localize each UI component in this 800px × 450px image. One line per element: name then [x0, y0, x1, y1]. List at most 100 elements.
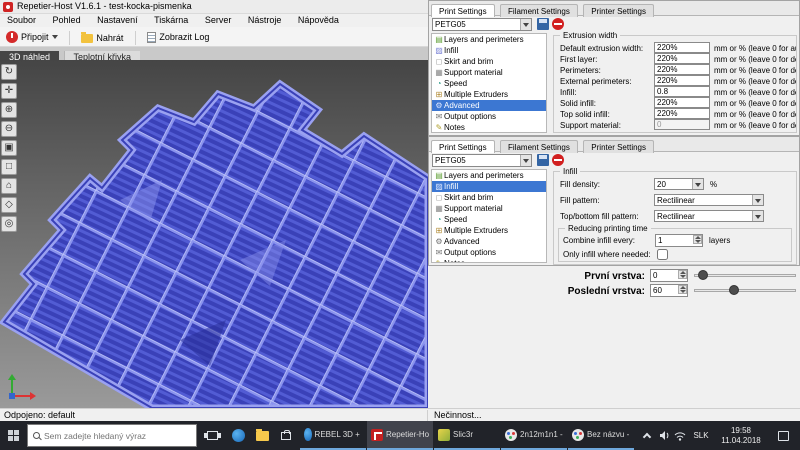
tab-printer-settings[interactable]: Printer Settings — [583, 4, 654, 17]
store-button[interactable] — [274, 421, 298, 450]
profile-select[interactable]: PETG05 — [432, 154, 532, 167]
section-speed[interactable]: ◔Speed — [432, 78, 546, 89]
section-skirt-and-brim[interactable]: ◻Skirt and brim — [432, 56, 546, 67]
section-advanced[interactable]: ⚙Advanced — [432, 100, 546, 111]
section-notes[interactable]: ✎Notes — [432, 258, 546, 263]
section-layers-and-perimeters[interactable]: ▤Layers and perimeters — [432, 170, 546, 181]
iso-view-icon[interactable]: ◇ — [1, 197, 17, 213]
combine-infill-spinner[interactable] — [655, 234, 703, 247]
move-view-icon[interactable]: ✛ — [1, 83, 17, 99]
zoom-in-icon[interactable]: ⊕ — [1, 102, 17, 118]
tab-filament-settings[interactable]: Filament Settings — [500, 4, 578, 17]
taskbar-app-repetier[interactable]: Repetier-Host V1.6... — [367, 421, 433, 450]
delete-profile-icon[interactable] — [552, 154, 564, 166]
action-center-button[interactable] — [772, 421, 794, 450]
save-profile-icon[interactable] — [537, 154, 549, 166]
clock[interactable]: 19:58 11.04.2018 — [714, 421, 768, 450]
tray-expand-button[interactable] — [640, 421, 654, 450]
show-log-button[interactable]: Zobrazit Log — [141, 28, 215, 47]
first-layer-input[interactable] — [654, 53, 710, 64]
section-advanced[interactable]: ⚙Advanced — [432, 236, 546, 247]
field-label: Fill density: — [560, 180, 600, 189]
fill-pattern-select[interactable]: Rectilinear — [654, 194, 764, 206]
menu-napoveda[interactable]: Nápověda — [291, 14, 346, 27]
last-layer-slider[interactable] — [694, 284, 796, 297]
taskbar-search[interactable] — [27, 424, 197, 447]
top-view-icon[interactable]: ⌂ — [1, 178, 17, 194]
section-multiple-extruders[interactable]: ⊞Multiple Extruders — [432, 89, 546, 100]
section-support-material[interactable]: ▦Support material — [432, 67, 546, 78]
section-multiple-extruders[interactable]: ⊞Multiple Extruders — [432, 225, 546, 236]
external-perimeters-input[interactable] — [654, 75, 710, 86]
start-button[interactable] — [0, 421, 26, 450]
last-layer-spinner[interactable] — [650, 284, 688, 297]
slider-track[interactable] — [694, 274, 796, 277]
section-skirt-and-brim[interactable]: ◻Skirt and brim — [432, 192, 546, 203]
tab-print-settings[interactable]: Print Settings — [431, 140, 495, 153]
center-view-icon[interactable]: ◎ — [1, 216, 17, 232]
top-solid-infill-input[interactable] — [654, 108, 710, 119]
task-view-button[interactable] — [200, 421, 224, 450]
spinner-arrows-icon[interactable] — [678, 285, 687, 294]
section-infill[interactable]: ▨Infill — [432, 181, 546, 192]
first-layer-slider[interactable] — [694, 269, 796, 282]
only-infill-where-needed-checkbox[interactable] — [657, 249, 668, 260]
front-view-icon[interactable]: □ — [1, 159, 17, 175]
fit-view-icon[interactable]: ▣ — [1, 140, 17, 156]
spinner-arrows-icon[interactable] — [678, 270, 687, 279]
chevron-down-icon[interactable] — [52, 35, 58, 39]
search-input[interactable] — [44, 431, 184, 441]
zoom-out-icon[interactable]: ⊖ — [1, 121, 17, 137]
tab-filament-settings[interactable]: Filament Settings — [500, 140, 578, 153]
chevron-down-icon[interactable] — [752, 195, 763, 205]
3d-viewport[interactable]: ↻ ✛ ⊕ ⊖ ▣ □ ⌂ ◇ ◎ — [0, 60, 428, 408]
fill-density-select[interactable]: 20 — [654, 178, 704, 190]
chevron-down-icon[interactable] — [520, 19, 531, 30]
section-output-options[interactable]: ✉Output options — [432, 247, 546, 258]
tab-print-settings[interactable]: Print Settings — [431, 4, 495, 17]
slider-track[interactable] — [694, 289, 796, 292]
solid-infill-input[interactable] — [654, 97, 710, 108]
taskbar-app-paint-2[interactable]: Bez názvu - Malová... — [568, 421, 634, 450]
section-infill[interactable]: ▨Infill — [432, 45, 546, 56]
delete-profile-icon[interactable] — [552, 18, 564, 30]
support-material-width-input[interactable] — [654, 119, 710, 130]
section-speed[interactable]: ◔Speed — [432, 214, 546, 225]
menu-server[interactable]: Server — [198, 14, 239, 27]
file-explorer-button[interactable] — [250, 421, 274, 450]
slider-thumb[interactable] — [729, 285, 739, 295]
top-bottom-fill-pattern-select[interactable]: Rectilinear — [654, 210, 764, 222]
perimeters-input[interactable] — [654, 64, 710, 75]
network-button[interactable] — [672, 421, 688, 450]
connect-button[interactable]: Připojit — [0, 27, 64, 46]
slider-thumb[interactable] — [698, 270, 708, 280]
chevron-down-icon[interactable] — [520, 155, 531, 166]
load-button[interactable]: Nahrát — [75, 29, 129, 48]
save-profile-icon[interactable] — [537, 18, 549, 30]
menu-tiskarna[interactable]: Tiskárna — [147, 14, 195, 27]
menu-nastroje[interactable]: Nástroje — [241, 14, 289, 27]
rotate-view-icon[interactable]: ↻ — [1, 64, 17, 80]
spinner-arrows-icon[interactable] — [693, 235, 702, 244]
profile-select[interactable]: PETG05 — [432, 18, 532, 31]
default-extrusion-width-input[interactable] — [654, 42, 710, 53]
section-support-material[interactable]: ▦Support material — [432, 203, 546, 214]
edge-button[interactable] — [226, 421, 250, 450]
menu-pohled[interactable]: Pohled — [46, 14, 88, 27]
chevron-down-icon[interactable] — [752, 211, 763, 221]
menu-nastaveni[interactable]: Nastavení — [90, 14, 145, 27]
section-layers-and-perimeters[interactable]: ▤Layers and perimeters — [432, 34, 546, 45]
section-output-options[interactable]: ✉Output options — [432, 111, 546, 122]
language-indicator[interactable]: SLK — [690, 421, 712, 450]
tab-printer-settings[interactable]: Printer Settings — [583, 140, 654, 153]
taskbar-app-paint-1[interactable]: 2n12m1n1 - Malová... — [501, 421, 567, 450]
taskbar-app-rebel3d[interactable]: REBEL 3D + Odeslat... — [300, 421, 366, 450]
section-notes[interactable]: ✎Notes — [432, 122, 546, 133]
taskbar-app-slic3r[interactable]: Slic3r — [434, 421, 500, 450]
settings-tab-bar: Print Settings Filament Settings Printer… — [429, 137, 799, 152]
menu-soubor[interactable]: Soubor — [0, 14, 43, 27]
volume-button[interactable] — [656, 421, 672, 450]
infill-width-input[interactable] — [654, 86, 710, 97]
first-layer-spinner[interactable] — [650, 269, 688, 282]
chevron-down-icon[interactable] — [692, 179, 703, 189]
